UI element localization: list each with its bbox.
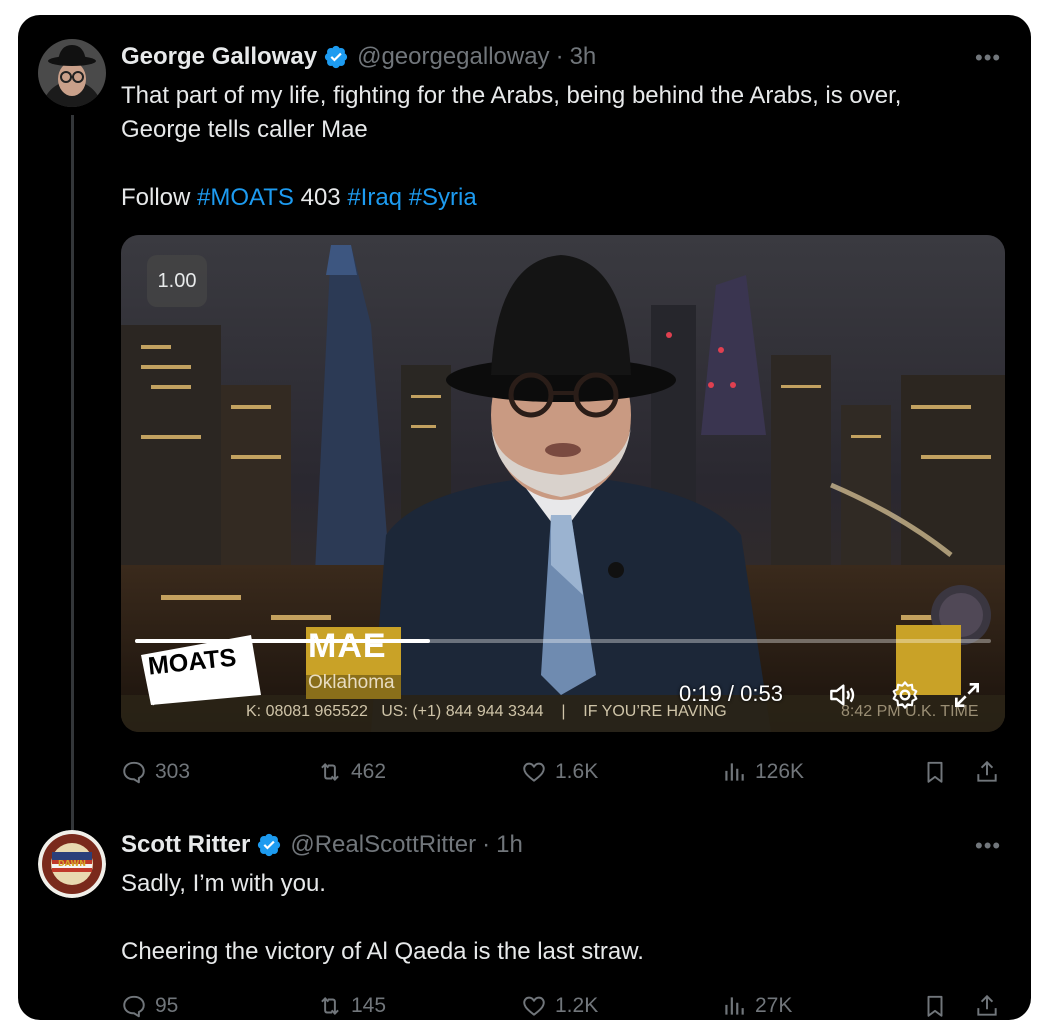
avatar-badge-text: DAWN (58, 859, 86, 868)
video-frame (121, 235, 1005, 732)
verified-icon (324, 45, 348, 69)
reply-count: 95 (155, 994, 179, 1017)
settings-icon[interactable] (889, 679, 921, 711)
thread-connector-line (71, 115, 74, 830)
share-icon[interactable] (974, 759, 1000, 785)
tweet-actions: 303 462 1.6K 126K (121, 754, 1005, 790)
tweet-text-line: That part of my life, fighting for the A… (121, 82, 902, 109)
repost-button[interactable]: 145 (317, 988, 386, 1020)
verified-icon (258, 833, 281, 857)
ticker-text: K: 08081 965522 US: (+1) 844 944 3344 | … (246, 703, 727, 720)
caller-name: MAE (308, 627, 387, 665)
reply-icon (123, 995, 145, 1018)
like-button[interactable]: 1.6K (521, 754, 598, 790)
hashtag-syria[interactable]: #Syria (409, 184, 477, 211)
avatar-george-galloway[interactable] (38, 39, 106, 107)
tweet-actions: 95 145 1.2K 27K (121, 988, 1005, 1020)
views-button[interactable]: 126K (721, 754, 804, 790)
hashtag-iraq[interactable]: #Iraq (347, 184, 402, 211)
tweet-hashtag-line: Follow #MOATS 403 #Iraq #Syria (121, 181, 901, 215)
repost-count: 145 (351, 994, 387, 1017)
post-time[interactable]: 1h (496, 831, 523, 859)
tweet-body: That part of my life, fighting for the A… (121, 79, 901, 215)
repost-icon (321, 763, 339, 781)
separator-dot: · (482, 831, 491, 858)
bookmark-icon[interactable] (922, 993, 948, 1019)
episode-number: 403 (293, 184, 348, 211)
tweet-text-line: Sadly, I’m with you. (121, 870, 326, 897)
separator-dot: · (555, 43, 564, 70)
repost-button[interactable]: 462 (317, 754, 386, 790)
repost-count: 462 (351, 760, 387, 783)
share-icon[interactable] (974, 993, 1000, 1019)
like-count: 1.6K (555, 760, 599, 783)
video-player[interactable]: 1.00 MOATS MAE Oklahoma K: 08081 965522 … (121, 235, 1005, 732)
tweet-text-line: Cheering the victory of Al Qaeda is the … (121, 938, 644, 965)
bookmark-icon[interactable] (922, 759, 948, 785)
like-icon (523, 762, 545, 782)
views-button[interactable]: 27K (721, 988, 792, 1020)
author-name[interactable]: George Galloway (121, 43, 317, 71)
follow-text: Follow (121, 184, 198, 211)
video-time: 0:19 / 0:53 (679, 681, 783, 706)
repost-icon (321, 997, 339, 1015)
like-button[interactable]: 1.2K (521, 988, 598, 1020)
tweet-text-line: George tells caller Mae (121, 116, 368, 143)
views-count: 27K (755, 994, 793, 1017)
avatar-scott-ritter[interactable]: DAWN (38, 830, 106, 898)
reply-icon (123, 761, 145, 784)
reply-button[interactable]: 95 (121, 988, 178, 1020)
author-handle[interactable]: @georgegalloway (357, 43, 549, 71)
author-name[interactable]: Scott Ritter (121, 831, 250, 859)
video-progress-track[interactable] (135, 639, 991, 643)
post-time[interactable]: 3h (570, 43, 597, 71)
fullscreen-icon[interactable] (951, 679, 983, 711)
more-icon[interactable]: ••• (975, 833, 1001, 859)
playback-speed-badge[interactable]: 1.00 (147, 255, 207, 307)
like-count: 1.2K (555, 994, 599, 1017)
play-icon[interactable] (147, 681, 175, 709)
reply-count: 303 (155, 760, 191, 783)
author-handle[interactable]: @RealScottRitter (290, 831, 476, 859)
tweet-body: Sadly, I’m with you. Cheering the victor… (121, 867, 644, 969)
hashtag-moats[interactable]: #MOATS (197, 184, 294, 211)
reply-button[interactable]: 303 (121, 754, 190, 790)
volume-icon[interactable] (826, 679, 858, 711)
views-icon (725, 763, 744, 781)
caller-location: Oklahoma (308, 672, 395, 693)
views-icon (725, 997, 744, 1015)
more-icon[interactable]: ••• (975, 45, 1001, 71)
timeline-frame: George Galloway @georgegalloway · 3h •••… (18, 15, 1031, 1020)
tweet-header: George Galloway @georgegalloway · 3h (121, 43, 596, 71)
tweet-header: Scott Ritter @RealScottRitter · 1h (121, 831, 523, 859)
like-icon (523, 996, 545, 1016)
video-progress-fill (135, 639, 431, 643)
views-count: 126K (755, 760, 805, 783)
